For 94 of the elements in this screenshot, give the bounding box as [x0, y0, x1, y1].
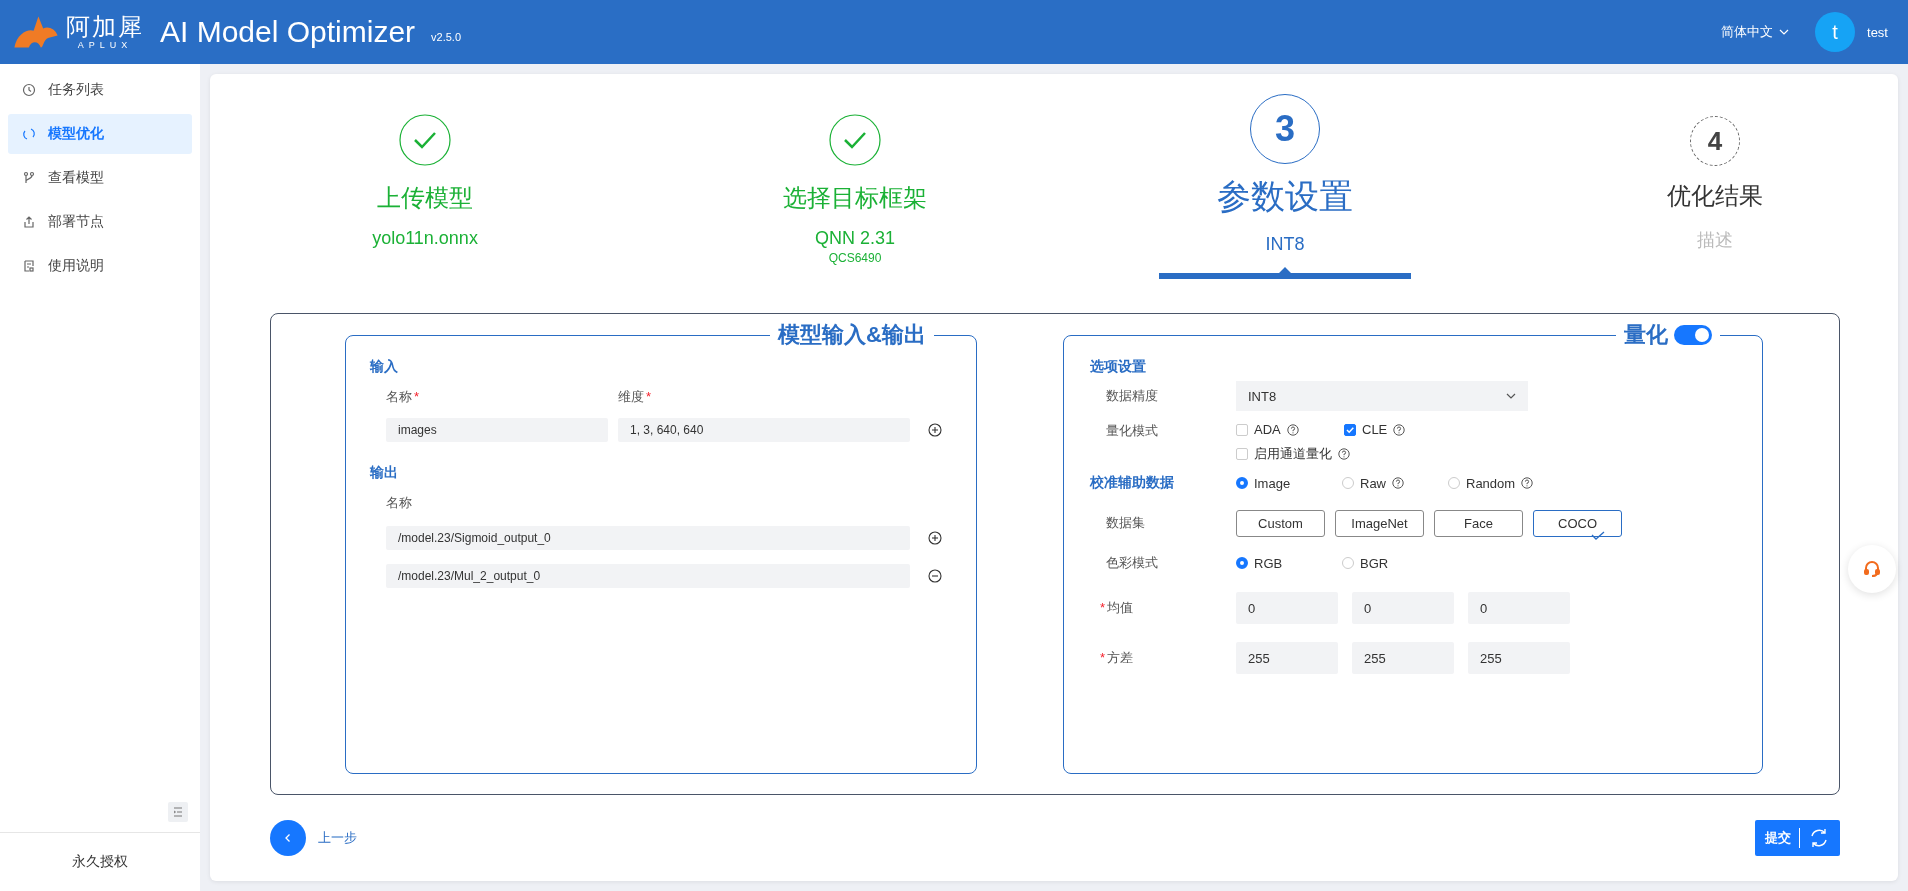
input-field[interactable]: 0 — [1468, 592, 1570, 624]
refresh-icon — [22, 127, 36, 141]
input-field[interactable]: /model.23/Sigmoid_output_0 — [386, 526, 910, 550]
submit-button[interactable]: 提交 — [1755, 820, 1840, 856]
help-icon[interactable] — [1286, 423, 1299, 436]
sidebar-item[interactable]: 模型优化 — [8, 114, 192, 154]
checkbox[interactable] — [1236, 423, 1248, 436]
help-icon[interactable] — [1392, 477, 1404, 489]
upload-icon — [22, 215, 36, 229]
input-field[interactable]: 255 — [1468, 642, 1570, 674]
panel-title: 模型输入&输出 — [776, 321, 927, 349]
step-note: QCS6490 — [828, 251, 882, 265]
logo-icon — [12, 14, 60, 50]
step-title: 参数设置 — [1217, 176, 1353, 217]
checkbox-label: CLE — [1362, 422, 1388, 437]
logo-subtext: APLUX — [77, 40, 133, 50]
version-label: v2.5.0 — [431, 31, 462, 43]
field-label: 量化模式 — [1105, 422, 1159, 440]
sidebar-item[interactable]: 查看模型 — [8, 158, 192, 198]
field-label: 数据集 — [1105, 514, 1146, 532]
quantization-toggle[interactable] — [1674, 325, 1712, 345]
help-icon[interactable] — [1521, 477, 1534, 489]
dataset-option[interactable]: COCO — [1533, 509, 1622, 537]
checkbox[interactable] — [1236, 448, 1248, 460]
required-marker: * — [1100, 650, 1106, 665]
field-label: 名称 — [386, 389, 412, 404]
language-dropdown[interactable]: 简体中文 — [1715, 22, 1796, 42]
input-field[interactable]: 0 — [1236, 592, 1338, 624]
step-subtitle: yolo11n.onnx — [372, 228, 478, 249]
checkbox-label: 启用通道量化 — [1254, 445, 1332, 463]
field-label: 维度 — [618, 389, 644, 404]
logo-text: 阿加犀 — [66, 14, 144, 39]
checkbox-label: ADA — [1254, 422, 1281, 437]
help-icon[interactable] — [1338, 448, 1350, 460]
radio-button[interactable] — [1236, 557, 1248, 569]
check-icon — [1591, 530, 1605, 541]
dataset-option[interactable]: Face — [1434, 509, 1523, 537]
section-heading: 校准辅助数据 — [1090, 474, 1175, 492]
section-heading: 输出 — [370, 464, 399, 482]
branch-icon — [22, 171, 36, 185]
field-label: 均值 — [1107, 600, 1134, 615]
chevron-down-icon — [1506, 391, 1516, 401]
step-title: 优化结果 — [1667, 181, 1763, 211]
checkbox[interactable] — [1344, 423, 1356, 436]
sidebar-item[interactable]: 任务列表 — [8, 70, 192, 110]
required-marker: * — [646, 389, 652, 404]
field-label: 数据精度 — [1105, 387, 1159, 405]
input-field[interactable]: 255 — [1236, 642, 1338, 674]
step-subtitle: INT8 — [1265, 234, 1305, 255]
radio-label: Raw — [1360, 475, 1386, 491]
step-subtitle: 描述 — [1697, 229, 1733, 252]
check-circle-icon — [399, 114, 451, 166]
input-field[interactable]: /model.23/Mul_2_output_0 — [386, 564, 910, 588]
refresh-icon — [1808, 827, 1830, 849]
required-marker: * — [414, 389, 420, 404]
input-field[interactable]: images — [386, 418, 608, 442]
chevron-down-icon — [1779, 27, 1790, 37]
dataset-option[interactable]: Custom — [1236, 509, 1325, 537]
document-icon — [22, 259, 36, 273]
input-field[interactable]: 0 — [1352, 592, 1454, 624]
panel-title: 量化 — [1624, 321, 1668, 349]
user-name: test — [1867, 24, 1888, 40]
field-label: 色彩模式 — [1105, 554, 1159, 572]
section-heading: 选项设置 — [1090, 358, 1147, 376]
precision-dropdown[interactable]: INT8 — [1236, 381, 1528, 411]
required-marker: * — [1100, 600, 1106, 615]
license-label: 永久授权 — [0, 832, 200, 891]
radio-label: BGR — [1360, 555, 1389, 571]
add-icon[interactable] — [928, 423, 942, 437]
input-field[interactable]: 1, 3, 640, 640 — [618, 418, 910, 442]
headset-icon — [1862, 559, 1882, 579]
step-title: 选择目标框架 — [783, 183, 927, 213]
step-subtitle: QNN 2.31 — [814, 228, 895, 249]
input-field[interactable]: 255 — [1352, 642, 1454, 674]
back-button[interactable] — [270, 820, 306, 856]
radio-button[interactable] — [1236, 477, 1248, 489]
sidebar-item[interactable]: 使用说明 — [8, 246, 192, 286]
dataset-option[interactable]: ImageNet — [1335, 509, 1424, 537]
add-icon[interactable] — [928, 531, 942, 545]
clock-icon — [22, 83, 36, 97]
radio-label: Random — [1466, 475, 1516, 491]
chevron-left-icon — [283, 833, 293, 843]
sidebar-item[interactable]: 部署节点 — [8, 202, 192, 242]
section-heading: 输入 — [370, 358, 399, 376]
radio-label: RGB — [1254, 555, 1283, 571]
check-circle-icon — [829, 114, 881, 166]
help-icon[interactable] — [1393, 423, 1406, 436]
back-link[interactable]: 上一步 — [318, 829, 357, 847]
step-title: 上传模型 — [377, 183, 473, 213]
remove-icon[interactable] — [928, 569, 942, 583]
field-label: 名称 — [386, 495, 412, 510]
app-title: AI Model Optimizer — [160, 15, 416, 49]
field-label: 方差 — [1107, 650, 1134, 665]
radio-label: Image — [1254, 475, 1291, 491]
